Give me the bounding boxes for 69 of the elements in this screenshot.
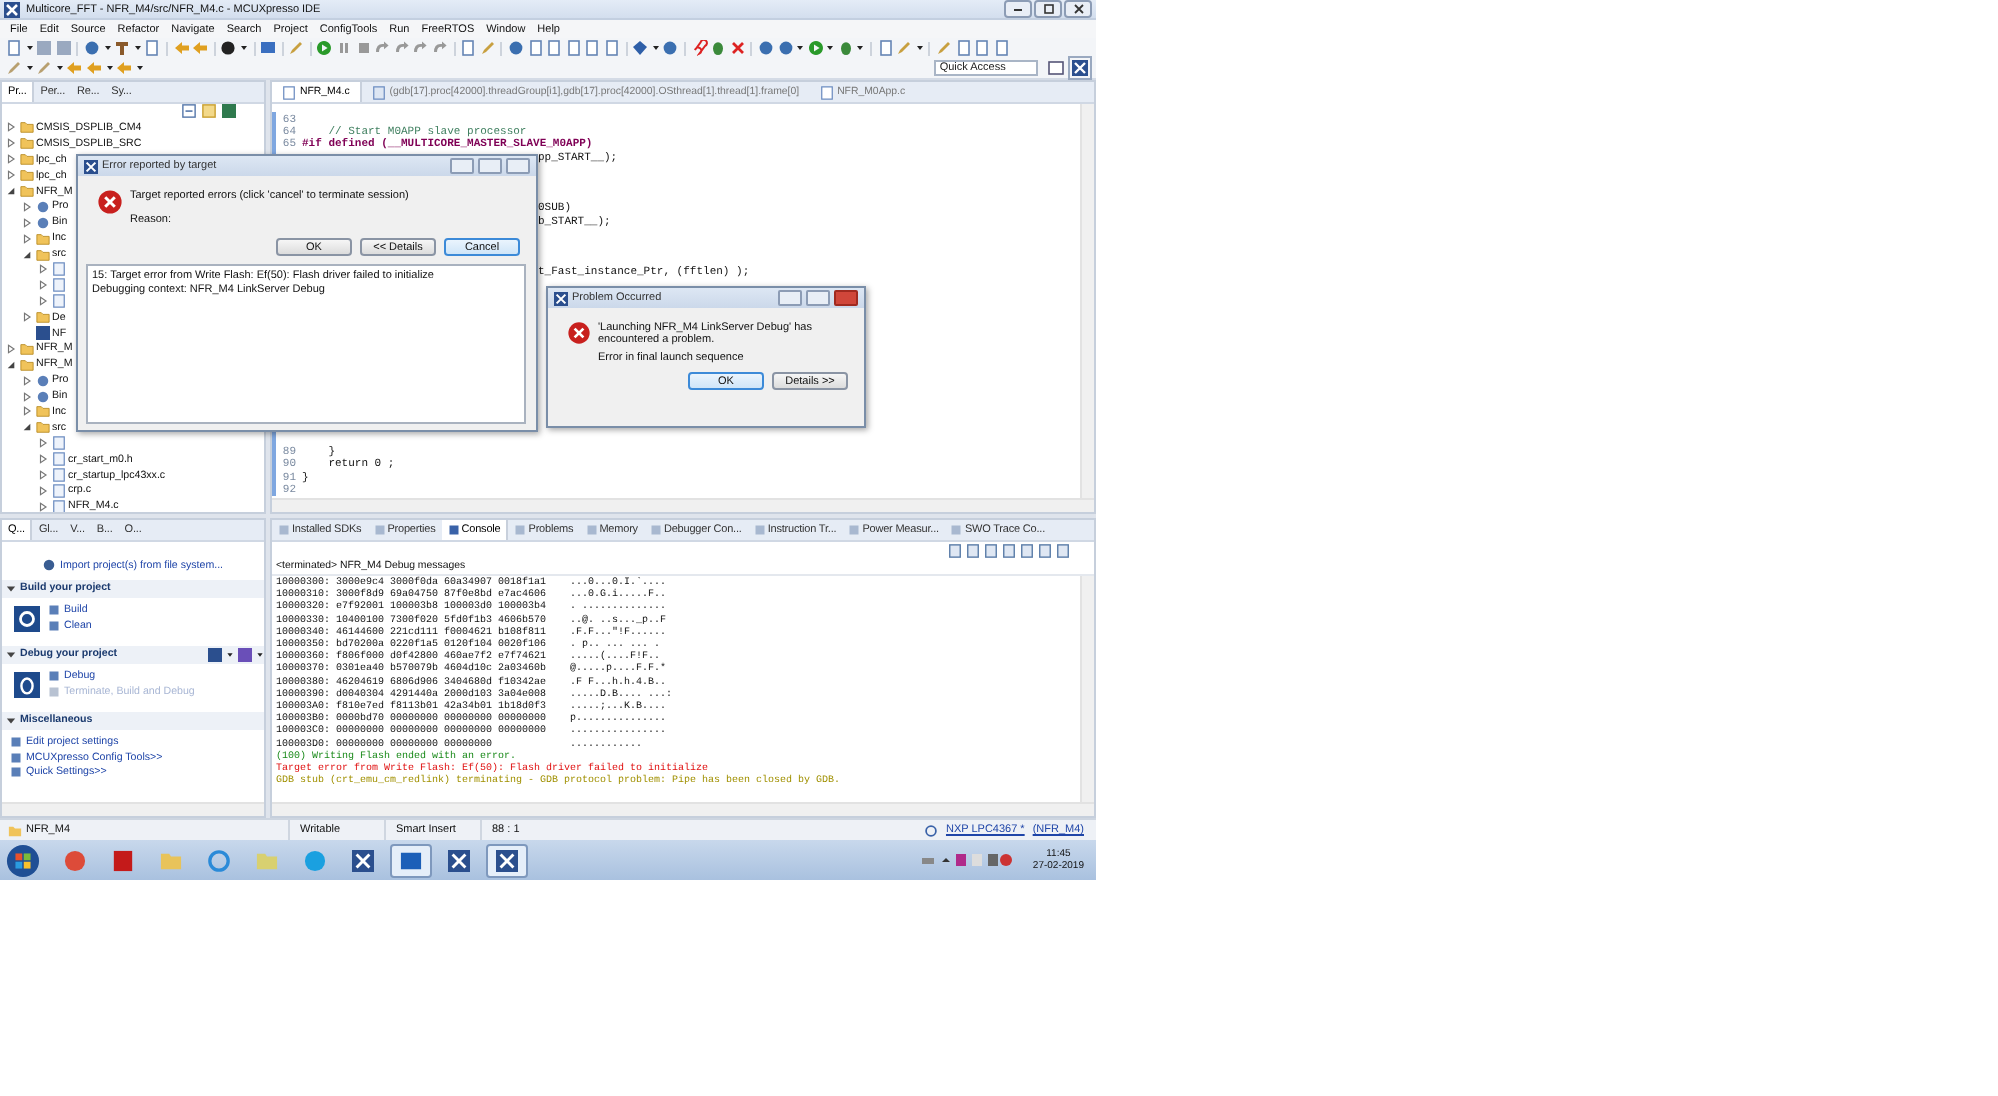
page-icon[interactable] — [460, 40, 477, 56]
tray-icons[interactable] — [922, 852, 1015, 868]
expander-icon[interactable] — [6, 359, 16, 370]
folder-icon — [160, 849, 182, 871]
expander-icon[interactable] — [22, 312, 32, 323]
expander-icon[interactable] — [6, 154, 16, 165]
expander-icon[interactable] — [38, 501, 48, 512]
expander-icon[interactable] — [6, 186, 16, 196]
scrollbar[interactable] — [2, 802, 264, 816]
view-icon — [649, 524, 662, 536]
file-icon — [819, 85, 834, 99]
start-button[interactable] — [6, 843, 40, 877]
scrollbar[interactable] — [1080, 576, 1094, 802]
view-icon — [585, 524, 598, 536]
expander-icon[interactable] — [6, 170, 16, 181]
page-icon[interactable] — [877, 40, 894, 56]
expander-icon[interactable] — [6, 138, 16, 149]
folder-icon — [256, 849, 278, 871]
expander-icon[interactable] — [38, 485, 48, 496]
minimize-button[interactable] — [1004, 0, 1032, 18]
pause-icon[interactable] — [336, 40, 353, 56]
play-icon[interactable] — [316, 40, 333, 56]
view-icon — [848, 524, 861, 536]
folder-icon — [35, 310, 49, 325]
caret-icon[interactable] — [256, 647, 264, 661]
expander-icon[interactable] — [6, 649, 16, 659]
expander-icon[interactable] — [6, 122, 16, 133]
taskbar-button[interactable] — [390, 843, 432, 877]
expander-icon[interactable] — [38, 454, 48, 465]
expander-icon[interactable] — [6, 715, 16, 725]
stop-icon[interactable] — [355, 40, 372, 56]
expander-icon[interactable] — [38, 280, 48, 291]
minimize-icon — [1014, 7, 1022, 11]
expander-icon[interactable] — [38, 438, 48, 449]
view-icon — [753, 524, 766, 536]
cross-icon[interactable] — [729, 40, 746, 56]
error-icon — [568, 322, 590, 344]
expander-icon[interactable] — [22, 217, 32, 228]
expander-icon[interactable] — [22, 406, 32, 417]
file-icon — [282, 85, 296, 99]
collapse-icon[interactable] — [182, 104, 196, 118]
view-icon — [373, 524, 386, 536]
expander-icon[interactable] — [22, 375, 32, 386]
expander-icon[interactable] — [6, 343, 16, 354]
maximize-button[interactable] — [1034, 0, 1062, 18]
expander-icon[interactable] — [22, 233, 32, 244]
expander-icon[interactable] — [38, 470, 48, 481]
expander-icon[interactable] — [6, 583, 16, 593]
close-icon — [1073, 4, 1083, 14]
expander-icon[interactable] — [38, 264, 48, 275]
view-icon — [514, 524, 527, 536]
hammer-icon[interactable] — [114, 40, 131, 56]
expander-icon[interactable] — [38, 296, 48, 307]
window-icon[interactable] — [1046, 58, 1067, 78]
expander-icon[interactable] — [22, 249, 32, 260]
view-icon — [278, 524, 290, 536]
view-icon — [950, 524, 963, 536]
expander-icon[interactable] — [22, 422, 32, 433]
expander-icon[interactable] — [22, 201, 32, 212]
expander-icon[interactable] — [22, 391, 32, 402]
maximize-icon — [1043, 4, 1053, 14]
scrollbar[interactable] — [1080, 104, 1094, 498]
circle-icon[interactable] — [220, 40, 237, 56]
view-icon — [447, 524, 460, 536]
error-icon — [98, 190, 122, 214]
taskbar-button[interactable] — [486, 843, 528, 877]
scrollbar[interactable] — [272, 498, 1094, 512]
scrollbar[interactable] — [272, 802, 1094, 816]
close-button[interactable] — [1064, 0, 1092, 18]
